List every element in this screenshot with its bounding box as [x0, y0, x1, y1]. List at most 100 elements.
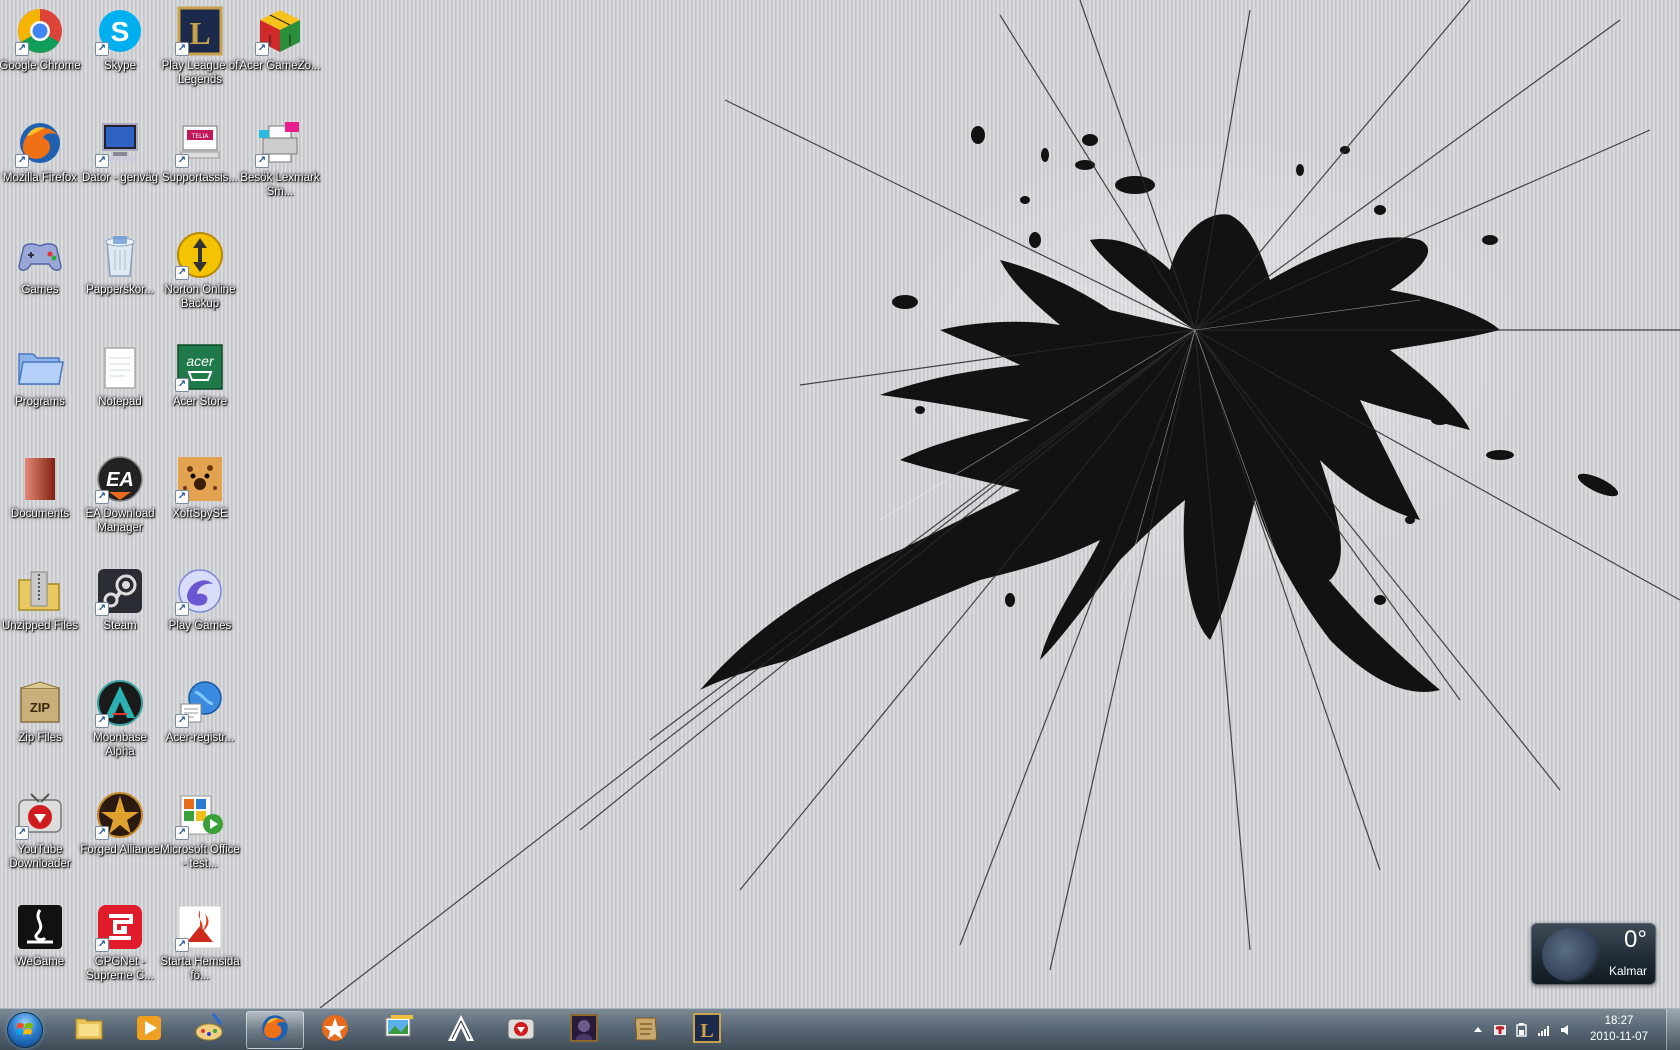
desktop-icon-folder[interactable]: Programs: [0, 336, 80, 444]
taskbar-clock[interactable]: 18:27 2010-11-07: [1583, 1013, 1655, 1045]
power-tray-icon[interactable]: [1514, 1022, 1530, 1038]
start-button[interactable]: [4, 1010, 46, 1050]
cheetah-icon: ↗: [175, 454, 225, 504]
desktop-icon-label: Papperskor...: [86, 284, 154, 296]
weather-gadget[interactable]: 0° Kalmar: [1531, 923, 1656, 985]
gpgnet-task-icon: [319, 1012, 351, 1048]
desktop-icon-label: Acer Store: [172, 396, 228, 408]
desktop-icon-globe[interactable]: ↗ Acer-registr...: [160, 672, 240, 780]
desktop-icon-skype[interactable]: S ↗ Skype: [80, 0, 160, 108]
taskbar-button-youtube-task[interactable]: [492, 1011, 550, 1049]
paint-icon: [193, 1012, 225, 1048]
firefox-icon: ↗: [15, 118, 65, 168]
moonbase-icon: ↗: [95, 678, 145, 728]
shortcut-arrow-icon: ↗: [255, 154, 269, 168]
recycle-bin-icon: [95, 230, 145, 280]
taskbar-button-gpgnet-task[interactable]: [306, 1011, 364, 1049]
shortcut-arrow-icon: ↗: [15, 42, 29, 56]
desktop-icon-play-games[interactable]: ↗ Play Games: [160, 560, 240, 668]
cube-icon: ↗: [255, 6, 305, 56]
desktop-icon-wegame[interactable]: WeGame: [0, 896, 80, 1004]
desktop[interactable]: ↗ Google Chrome S ↗ Skype L ↗ Play League of Le…: [0, 0, 1680, 1008]
desktop-icon-ea[interactable]: EA ↗ EA Download Manager: [80, 448, 160, 556]
taskbar-button-photo-gallery[interactable]: [370, 1011, 428, 1049]
desktop-icon-forged-alliance[interactable]: ↗ Forged Alliance: [80, 784, 160, 892]
show-desktop-button[interactable]: [1666, 1009, 1680, 1050]
printer-icon: ↗: [255, 118, 305, 168]
desktop-icon-home-page[interactable]: ↗ Starta Hemsida fö...: [160, 896, 240, 1004]
desktop-icon-archive-folder[interactable]: Unzipped Files: [0, 560, 80, 668]
desktop-icon-gpgnet[interactable]: ↗ GPGNet - Supreme C...: [80, 896, 160, 1004]
taskbar-button-game-portrait[interactable]: [555, 1011, 613, 1049]
desktop-icon-label: YouTube Downloader: [9, 844, 71, 870]
desktop-icon-recycle-bin[interactable]: Papperskor...: [80, 224, 160, 332]
desktop-icon-acer-store[interactable]: acer ↗ Acer Store: [160, 336, 240, 444]
desktop-icon-label: Programs: [15, 396, 65, 408]
computer-icon: ↗: [95, 118, 145, 168]
shortcut-arrow-icon: ↗: [175, 826, 189, 840]
home-page-icon: ↗: [175, 902, 225, 952]
shortcut-arrow-icon: ↗: [175, 266, 189, 280]
taskbar-button-explorer[interactable]: [60, 1011, 118, 1049]
windows-logo-icon: [7, 1012, 43, 1048]
office-icon: ↗: [175, 790, 225, 840]
desktop-icon-support[interactable]: TELIA ↗ Supportassis...: [160, 112, 240, 220]
shortcut-arrow-icon: ↗: [95, 154, 109, 168]
desktop-icon-league[interactable]: L ↗ Play League of Legends: [160, 0, 240, 108]
league-task-icon: L: [691, 1012, 723, 1048]
desktop-icon-office[interactable]: ↗ Microsoft Office - test...: [160, 784, 240, 892]
youtube-task-icon: [505, 1012, 537, 1048]
volume-tray-icon[interactable]: [1558, 1022, 1574, 1038]
desktop-icon-norton[interactable]: ↗ Norton Online Backup: [160, 224, 240, 332]
desktop-icon-notepad[interactable]: Notepad: [80, 336, 160, 444]
shortcut-arrow-icon: ↗: [95, 602, 109, 616]
desktop-icon-computer[interactable]: ↗ Dator - genväg: [80, 112, 160, 220]
weather-temperature: 0°: [1624, 926, 1647, 953]
archive-folder-icon: [15, 566, 65, 616]
desktop-icon-gamepad[interactable]: Games: [0, 224, 80, 332]
documents-icon: [15, 454, 65, 504]
desktop-icon-firefox[interactable]: ↗ Mozilla Firefox: [0, 112, 80, 220]
desktop-icon-label: Moonbase Alpha: [93, 732, 147, 758]
network-tray-icon[interactable]: [1536, 1022, 1552, 1038]
zip-icon: ZIP: [15, 678, 65, 728]
desktop-icon-cube[interactable]: ↗ Acer GameZo...: [239, 0, 321, 108]
youtube-downloader-icon: ↗: [15, 790, 65, 840]
ea-icon: EA ↗: [95, 454, 145, 504]
desktop-icon-cheetah[interactable]: ↗ XoftSpySE: [160, 448, 240, 556]
desktop-icon-steam[interactable]: ↗ Steam: [80, 560, 160, 668]
taskbar-button-scroll[interactable]: [617, 1011, 675, 1049]
shortcut-arrow-icon: ↗: [175, 490, 189, 504]
shortcut-arrow-icon: ↗: [15, 154, 29, 168]
desktop-icon-label: XoftSpySE: [172, 508, 228, 520]
desktop-icon-label: Notepad: [98, 396, 142, 408]
desktop-icon-label: Acer GameZo...: [239, 60, 321, 72]
desktop-icon-label: Games: [21, 284, 59, 296]
desktop-icon-chrome[interactable]: ↗ Google Chrome: [0, 0, 81, 108]
desktop-icon-label: Steam: [103, 620, 137, 632]
gamepad-icon: [15, 230, 65, 280]
acer-store-icon: acer ↗: [175, 342, 225, 392]
taskbar-button-firefox[interactable]: [246, 1011, 304, 1049]
desktop-icon-zip[interactable]: ZIP Zip Files: [0, 672, 80, 780]
support-icon: TELIA ↗: [175, 118, 225, 168]
desktop-icon-youtube-downloader[interactable]: ↗ YouTube Downloader: [0, 784, 80, 892]
desktop-icon-moonbase[interactable]: ↗ Moonbase Alpha: [80, 672, 160, 780]
taskbar-button-paint[interactable]: [180, 1011, 238, 1049]
moon-icon: [1542, 928, 1600, 982]
taskbar-button-moonbase-task[interactable]: [432, 1011, 490, 1049]
skype-icon: S ↗: [95, 6, 145, 56]
shortcut-arrow-icon: ↗: [95, 938, 109, 952]
desktop-icon-printer[interactable]: ↗ Besök Lexmark Sm...: [240, 112, 320, 220]
tray-expand-icon[interactable]: [1470, 1022, 1486, 1038]
shortcut-arrow-icon: ↗: [95, 826, 109, 840]
antivirus-tray-icon[interactable]: [1492, 1022, 1508, 1038]
steam-icon: ↗: [95, 566, 145, 616]
desktop-icon-label: Zip Files: [18, 732, 62, 744]
taskbar-button-league-task[interactable]: L: [678, 1011, 736, 1049]
shortcut-arrow-icon: ↗: [95, 42, 109, 56]
desktop-icon-documents[interactable]: Documents: [0, 448, 80, 556]
notepad-icon: [95, 342, 145, 392]
shortcut-arrow-icon: ↗: [95, 714, 109, 728]
taskbar-button-media-player[interactable]: [120, 1011, 178, 1049]
